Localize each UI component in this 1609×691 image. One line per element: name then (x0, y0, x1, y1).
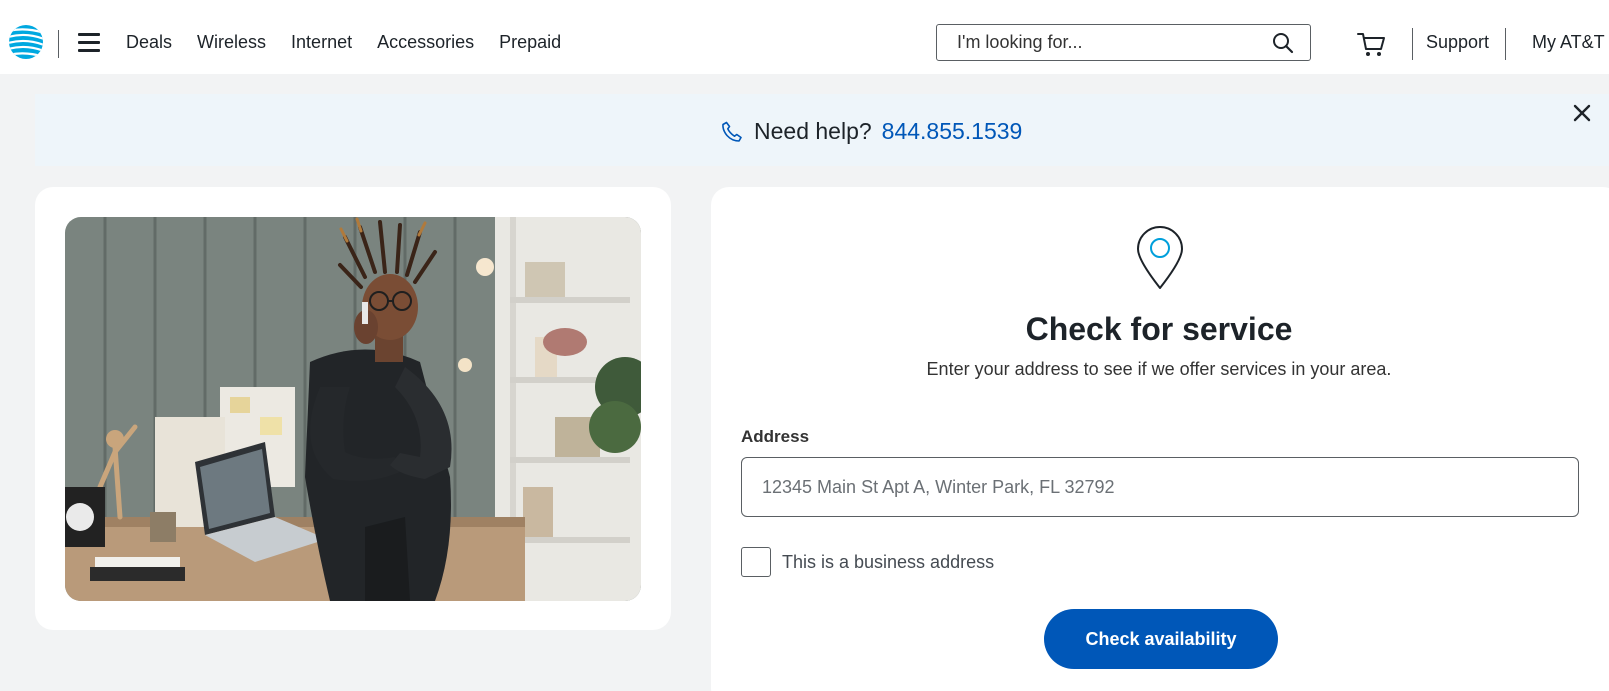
header-divider (1412, 28, 1413, 60)
support-link[interactable]: Support (1426, 32, 1489, 53)
nav-accessories[interactable]: Accessories (377, 32, 474, 53)
search-input[interactable] (957, 32, 1257, 53)
search-box (936, 24, 1311, 61)
nav-wireless[interactable]: Wireless (197, 32, 266, 53)
image-card (35, 187, 671, 630)
cart-icon[interactable] (1356, 30, 1386, 58)
service-subtitle: Enter your address to see if we offer se… (926, 359, 1392, 379)
att-logo[interactable] (8, 24, 44, 60)
help-phone-link[interactable]: 844.855.1539 (882, 118, 1023, 145)
menu-icon[interactable] (78, 33, 100, 53)
help-banner: Need help? 844.855.1539 (35, 94, 1609, 166)
business-address-label: This is a business address (782, 551, 995, 572)
business-address-option[interactable]: This is a business address (741, 547, 994, 577)
phone-icon (722, 121, 742, 142)
business-address-checkbox[interactable] (741, 547, 771, 577)
nav-deals[interactable]: Deals (126, 32, 172, 53)
main-nav: Deals Wireless Internet Accessories Prep… (126, 32, 561, 53)
my-att-link[interactable]: My AT&T (1532, 32, 1605, 53)
nav-prepaid[interactable]: Prepaid (499, 32, 561, 53)
location-pin-icon (1137, 226, 1183, 289)
search-icon[interactable] (1272, 32, 1294, 54)
address-input[interactable] (741, 457, 1579, 517)
site-header: Deals Wireless Internet Accessories Prep… (0, 0, 1609, 74)
help-text: Need help? (754, 118, 872, 144)
hero-photo (65, 217, 641, 601)
close-icon[interactable] (1571, 102, 1593, 124)
help-banner-content: Need help? 844.855.1539 (720, 118, 1022, 145)
page-title: Check for service (1025, 311, 1293, 347)
header-divider (1505, 28, 1506, 60)
header-divider (58, 30, 59, 58)
nav-internet[interactable]: Internet (291, 32, 352, 53)
hero-photo-illustration (65, 217, 641, 601)
service-check-card: Check for service Enter your address to … (711, 187, 1609, 691)
address-label: Address (741, 427, 810, 446)
check-availability-button[interactable]: Check availability (1044, 609, 1278, 669)
